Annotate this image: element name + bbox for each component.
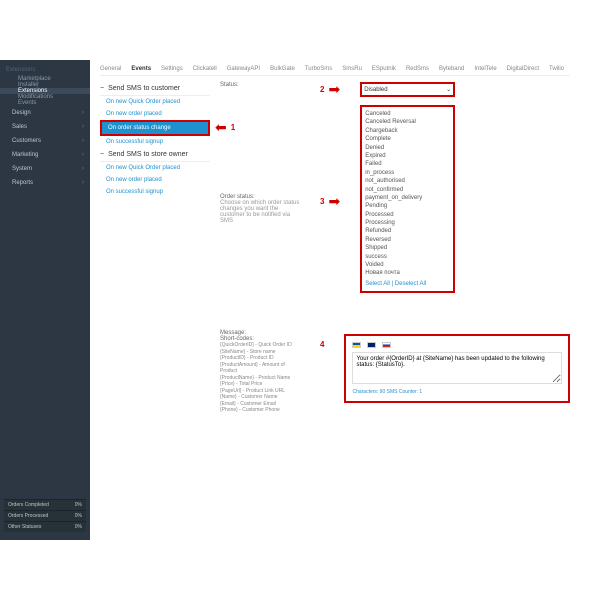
status-option[interactable]: Новая почта <box>365 269 450 277</box>
tab-twilio[interactable]: Twilio <box>549 66 564 72</box>
event-new-order[interactable]: On new order placed <box>100 108 210 120</box>
status-option[interactable]: Shipped <box>365 244 450 252</box>
tab-events[interactable]: Events <box>131 66 151 72</box>
stat-row: Other Statuses0% <box>4 521 86 532</box>
app-root: Extensions Marketplace Installer Extensi… <box>0 0 600 600</box>
status-option[interactable]: not_confirmed <box>365 186 450 194</box>
event-signup[interactable]: On successful signup <box>100 136 210 148</box>
arrow-icon: ⬅ <box>215 120 227 134</box>
tab-settings[interactable]: Settings <box>161 66 183 72</box>
status-option[interactable]: Reversed <box>365 236 450 244</box>
status-option[interactable]: Voided <box>365 261 450 269</box>
event-owner-signup[interactable]: On successful signup <box>100 186 210 198</box>
status-option[interactable]: Complete <box>365 135 450 143</box>
event-order-status-change[interactable]: On order status change <box>100 120 210 136</box>
arrow-icon: ➡ <box>328 82 340 96</box>
event-config: Status: 2 ➡ Disabled ⌄ CanceledCanceled … <box>220 82 570 420</box>
tab-digitaldirect[interactable]: DigitalDirect <box>507 66 539 72</box>
tab-bar: General Events Settings Clickatell Gatew… <box>100 66 570 76</box>
status-option[interactable]: Denied <box>365 144 450 152</box>
sidebar-stats: Orders Completed0% Orders Processed0% Ot… <box>0 495 90 536</box>
main-panel: General Events Settings Clickatell Gatew… <box>90 60 580 540</box>
status-option[interactable]: Canceled Reversal <box>365 118 450 126</box>
status-label: Status: <box>220 82 300 88</box>
tab-smsru[interactable]: SmsRu <box>342 66 362 72</box>
stat-row: Orders Processed0% <box>4 510 86 521</box>
nav-design[interactable]: Design <box>0 106 90 120</box>
status-option[interactable]: Chargeback <box>365 127 450 135</box>
select-all-link[interactable]: Select All <box>365 281 390 287</box>
annotation-3: 3 <box>320 197 324 206</box>
message-textarea[interactable] <box>352 352 562 384</box>
tab-esputnik[interactable]: ESputnik <box>372 66 396 72</box>
event-quick-order[interactable]: On new Quick Order placed <box>100 96 210 108</box>
annotation-4: 4 <box>320 340 324 349</box>
status-option[interactable]: Processed <box>365 211 450 219</box>
annotation-1: 1 <box>231 123 235 132</box>
status-option[interactable]: Failed <box>365 160 450 168</box>
tab-inteltele[interactable]: IntelTele <box>474 66 496 72</box>
tab-byteband[interactable]: Byteband <box>439 66 464 72</box>
flag-ru-icon[interactable] <box>382 342 391 348</box>
tab-redsms[interactable]: RedSms <box>406 66 429 72</box>
tab-turbosms[interactable]: TurboSms <box>305 66 332 72</box>
status-select[interactable]: Disabled ⌄ <box>360 82 455 97</box>
tab-bulkgate[interactable]: BulkGate <box>270 66 295 72</box>
deselect-all-link[interactable]: Deselect All <box>395 281 426 287</box>
chevron-down-icon: ⌄ <box>446 86 451 93</box>
nav-marketing[interactable]: Marketing <box>0 148 90 162</box>
nav-customers[interactable]: Customers <box>0 134 90 148</box>
content: −Send SMS to customer On new Quick Order… <box>100 82 570 420</box>
sidebar-section-title: Extensions <box>0 64 90 76</box>
annotation-2: 2 <box>320 85 324 94</box>
customer-section-title[interactable]: −Send SMS to customer <box>100 82 210 96</box>
message-label: Message: Short-codes: {QuickOrderID} - Q… <box>220 330 300 414</box>
flag-en-icon[interactable] <box>367 342 376 348</box>
nav-sales[interactable]: Sales <box>0 120 90 134</box>
order-status-list[interactable]: CanceledCanceled ReversalChargebackCompl… <box>360 105 455 293</box>
arrow-icon: ➡ <box>328 194 340 208</box>
nav-system[interactable]: System <box>0 162 90 176</box>
stat-row: Orders Completed0% <box>4 499 86 510</box>
sidebar: Extensions Marketplace Installer Extensi… <box>0 60 90 540</box>
status-option[interactable]: in_process <box>365 169 450 177</box>
message-box: Characters: 90 SMS Counter: 1 <box>344 334 570 403</box>
flag-ua-icon[interactable] <box>352 342 361 348</box>
status-option[interactable]: Canceled <box>365 110 450 118</box>
status-option[interactable]: Expired <box>365 152 450 160</box>
language-tabs <box>352 342 562 348</box>
event-owner-new-order[interactable]: On new order placed <box>100 174 210 186</box>
tab-clickatell[interactable]: Clickatell <box>193 66 217 72</box>
tab-general[interactable]: General <box>100 66 121 72</box>
owner-section-title[interactable]: −Send SMS to store owner <box>100 148 210 162</box>
status-option[interactable]: not_authorised <box>365 177 450 185</box>
tab-gatewayapi[interactable]: GatewayAPI <box>227 66 260 72</box>
status-option[interactable]: Refunded <box>365 227 450 235</box>
status-option[interactable]: Pending <box>365 202 450 210</box>
status-option[interactable]: success <box>365 253 450 261</box>
status-option[interactable]: payment_on_delivery <box>365 194 450 202</box>
nav-reports[interactable]: Reports <box>0 176 90 190</box>
event-owner-quick-order[interactable]: On new Quick Order placed <box>100 162 210 174</box>
events-list: −Send SMS to customer On new Quick Order… <box>100 82 210 420</box>
order-status-label: Order status: Choose on which order stat… <box>220 194 300 224</box>
char-counter: Characters: 90 SMS Counter: 1 <box>352 389 562 395</box>
status-option[interactable]: Processing <box>365 219 450 227</box>
